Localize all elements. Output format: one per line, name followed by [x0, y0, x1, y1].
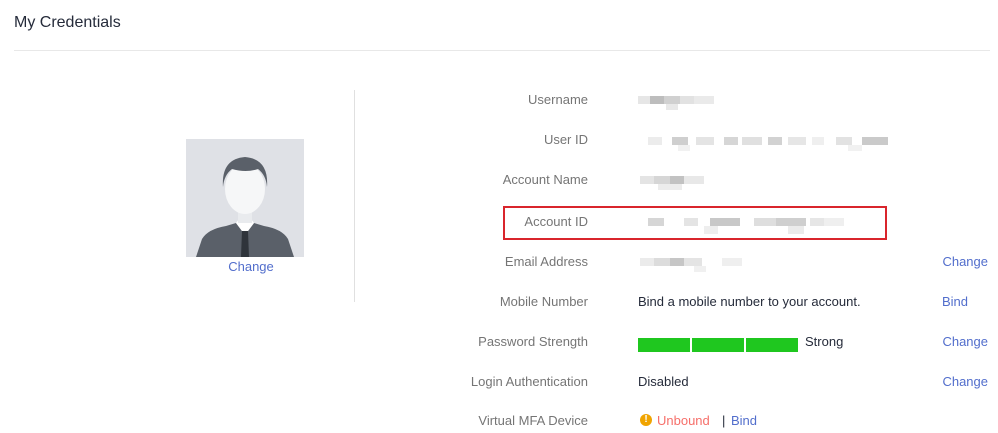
row-mobile: Mobile Number Bind a mobile number to yo… — [0, 292, 998, 314]
change-login-auth-link[interactable]: Change — [942, 374, 988, 389]
bind-mfa-link[interactable]: Bind — [731, 413, 757, 428]
account-name-label: Account Name — [502, 172, 588, 187]
mfa-separator: | — [722, 413, 726, 428]
warning-icon: ! — [640, 414, 652, 426]
row-email: Email Address Change — [0, 252, 998, 274]
header-divider — [14, 50, 990, 51]
row-user-id: User ID — [0, 130, 998, 152]
page-title: My Credentials — [14, 14, 121, 31]
login-auth-label: Login Authentication — [470, 374, 588, 389]
avatar — [186, 139, 304, 257]
row-username: Username — [0, 90, 998, 112]
username-label: Username — [528, 92, 588, 107]
row-login-auth: Login Authentication Disabled Change — [0, 372, 998, 394]
strength-segment-1 — [638, 338, 690, 352]
password-strength-text: Strong — [805, 334, 844, 349]
mobile-value: Bind a mobile number to your account. — [638, 294, 861, 309]
row-account-name: Account Name — [0, 170, 998, 192]
login-auth-value: Disabled — [638, 374, 689, 389]
row-password: Password Strength Strong Change — [0, 332, 998, 354]
mfa-label: Virtual MFA Device — [478, 413, 588, 428]
user-avatar-icon — [186, 139, 304, 257]
mobile-label: Mobile Number — [499, 294, 588, 309]
password-label: Password Strength — [478, 334, 588, 349]
bind-mobile-link[interactable]: Bind — [942, 294, 968, 309]
mfa-status: Unbound — [657, 413, 710, 428]
change-password-link[interactable]: Change — [942, 334, 988, 349]
user-id-label: User ID — [543, 132, 588, 147]
change-email-link[interactable]: Change — [942, 254, 988, 269]
email-label: Email Address — [504, 254, 588, 269]
account-id-highlight-box — [503, 206, 887, 240]
strength-segment-3 — [746, 338, 798, 352]
strength-segment-2 — [692, 338, 744, 352]
